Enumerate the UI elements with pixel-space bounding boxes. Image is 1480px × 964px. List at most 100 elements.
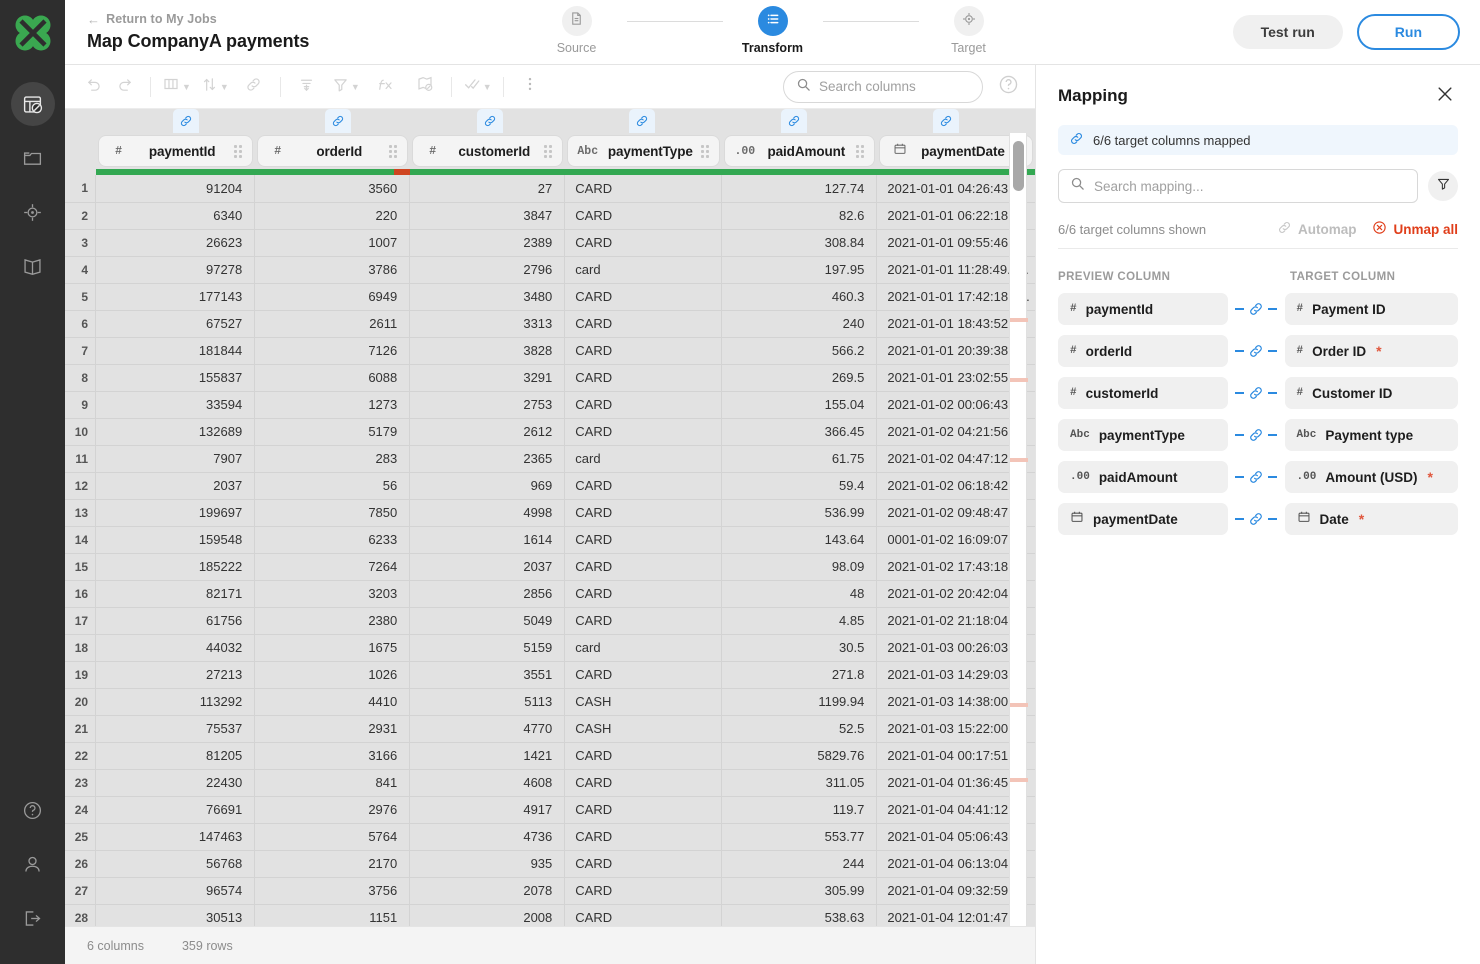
cell-orderId[interactable]: 3203 — [255, 580, 410, 607]
sidebar-item-account[interactable] — [11, 842, 55, 886]
cell-customerId[interactable]: 2753 — [410, 391, 565, 418]
cell-paidAmount[interactable]: 271.8 — [722, 661, 877, 688]
cell-customerId[interactable]: 5159 — [410, 634, 565, 661]
column-drag-handle[interactable] — [701, 145, 711, 157]
cell-paymentType[interactable]: CARD — [565, 823, 722, 850]
cell-orderId[interactable]: 1151 — [255, 904, 410, 926]
cell-customerId[interactable]: 3480 — [410, 283, 565, 310]
cell-customerId[interactable]: 3291 — [410, 364, 565, 391]
cell-paymentId[interactable]: 26623 — [96, 229, 255, 256]
column-link-tab-paymentDate[interactable] — [933, 109, 959, 133]
preview-chip-orderId[interactable]: #orderId — [1058, 335, 1228, 367]
cell-orderId[interactable]: 5764 — [255, 823, 410, 850]
table-row[interactable]: 228120531661421CARD5829.762021-01-04 00:… — [65, 742, 1035, 769]
cell-paymentType[interactable]: CARD — [565, 202, 722, 229]
table-row[interactable]: 2514746357644736CARD553.772021-01-04 05:… — [65, 823, 1035, 850]
cell-orderId[interactable]: 2170 — [255, 850, 410, 877]
cell-paymentType[interactable]: CARD — [565, 769, 722, 796]
cell-orderId[interactable]: 3166 — [255, 742, 410, 769]
preview-chip-customerId[interactable]: #customerId — [1058, 377, 1228, 409]
column-drag-handle[interactable] — [389, 145, 399, 157]
cell-orderId[interactable]: 3560 — [255, 175, 410, 202]
cell-paymentId[interactable]: 185222 — [96, 553, 255, 580]
cell-paidAmount[interactable]: 553.77 — [722, 823, 877, 850]
table-row[interactable]: 1013268951792612CARD366.452021-01-02 04:… — [65, 418, 1035, 445]
columns-menu-button[interactable]: ▼ — [162, 72, 191, 102]
mapping-link-connector[interactable] — [1228, 343, 1285, 359]
cell-paidAmount[interactable]: 61.75 — [722, 445, 877, 472]
table-row[interactable]: 217553729314770CASH52.52021-01-03 15:22:… — [65, 715, 1035, 742]
link-columns-button[interactable] — [239, 72, 269, 102]
table-row[interactable]: 247669129764917CARD119.72021-01-04 04:41… — [65, 796, 1035, 823]
cell-paymentId[interactable]: 132689 — [96, 418, 255, 445]
column-link-tab-orderId[interactable] — [325, 109, 351, 133]
cell-customerId[interactable]: 4770 — [410, 715, 565, 742]
preview-chip-paymentType[interactable]: AbcpaymentType — [1058, 419, 1228, 451]
cell-paymentType[interactable]: CARD — [565, 472, 722, 499]
cell-orderId[interactable]: 2976 — [255, 796, 410, 823]
cell-paymentId[interactable]: 199697 — [96, 499, 255, 526]
cell-paymentType[interactable]: card — [565, 445, 722, 472]
cell-paymentId[interactable]: 91204 — [96, 175, 255, 202]
cell-paidAmount[interactable]: 48 — [722, 580, 877, 607]
cell-orderId[interactable]: 1007 — [255, 229, 410, 256]
step-transform[interactable]: Transform — [723, 2, 823, 55]
cell-orderId[interactable]: 7850 — [255, 499, 410, 526]
cell-customerId[interactable]: 2037 — [410, 553, 565, 580]
target-chip-orderid[interactable]: #Order ID* — [1285, 335, 1459, 367]
cell-paymentId[interactable]: 33594 — [96, 391, 255, 418]
cell-paymentType[interactable]: CARD — [565, 796, 722, 823]
table-row[interactable]: 279657437562078CARD305.992021-01-04 09:3… — [65, 877, 1035, 904]
cell-paidAmount[interactable]: 98.09 — [722, 553, 877, 580]
cell-paidAmount[interactable]: 244 — [722, 850, 877, 877]
step-source[interactable]: Source — [527, 2, 627, 55]
column-link-tab-paymentType[interactable] — [629, 109, 655, 133]
table-row[interactable]: 32662310072389CARD308.842021-01-01 09:55… — [65, 229, 1035, 256]
search-columns-input[interactable] — [819, 79, 970, 94]
run-button[interactable]: Run — [1357, 14, 1460, 50]
cell-paymentId[interactable]: 76691 — [96, 796, 255, 823]
cell-paymentType[interactable]: CARD — [565, 553, 722, 580]
sidebar-item-help[interactable] — [11, 788, 55, 832]
mapping-link-connector[interactable] — [1228, 427, 1285, 443]
cell-customerId[interactable]: 2856 — [410, 580, 565, 607]
mapping-link-connector[interactable] — [1228, 469, 1285, 485]
cell-paymentId[interactable]: 75537 — [96, 715, 255, 742]
column-header-customerId[interactable]: #customerId — [410, 133, 565, 169]
cell-customerId[interactable]: 1421 — [410, 742, 565, 769]
column-link-tab-paymentId[interactable] — [173, 109, 199, 133]
cell-paymentId[interactable]: 67527 — [96, 310, 255, 337]
table-row[interactable]: 1415954862331614CARD143.640001-01-02 16:… — [65, 526, 1035, 553]
cell-paymentType[interactable]: CARD — [565, 337, 722, 364]
cell-paymentId[interactable]: 147463 — [96, 823, 255, 850]
cell-customerId[interactable]: 3551 — [410, 661, 565, 688]
cell-orderId[interactable]: 6949 — [255, 283, 410, 310]
cell-paymentId[interactable]: 97278 — [96, 256, 255, 283]
cell-orderId[interactable]: 7264 — [255, 553, 410, 580]
table-row[interactable]: 1518522272642037CARD98.092021-01-02 17:4… — [65, 553, 1035, 580]
target-chip-amountusd[interactable]: .00Amount (USD)* — [1285, 461, 1459, 493]
cell-paymentId[interactable]: 177143 — [96, 283, 255, 310]
cell-customerId[interactable]: 4608 — [410, 769, 565, 796]
table-row[interactable]: 263402203847CARD82.62021-01-01 06:22:18.… — [65, 202, 1035, 229]
column-header-paymentId[interactable]: #paymentId — [96, 133, 255, 169]
cell-paidAmount[interactable]: 240 — [722, 310, 877, 337]
column-drag-handle[interactable] — [544, 145, 554, 157]
table-row[interactable]: 26567682170935CARD2442021-01-04 06:13:04… — [65, 850, 1035, 877]
sidebar-item-targets[interactable] — [11, 190, 55, 234]
test-run-button[interactable]: Test run — [1233, 15, 1343, 49]
cell-orderId[interactable]: 3786 — [255, 256, 410, 283]
mapping-link-connector[interactable] — [1228, 385, 1285, 401]
cell-paymentType[interactable]: CARD — [565, 904, 722, 926]
cell-paymentId[interactable]: 2037 — [96, 472, 255, 499]
cell-customerId[interactable]: 2365 — [410, 445, 565, 472]
cell-customerId[interactable]: 27 — [410, 175, 565, 202]
preview-chip-paymentId[interactable]: #paymentId — [1058, 293, 1228, 325]
automap-button[interactable]: Automap — [1277, 220, 1357, 238]
column-drag-handle[interactable] — [856, 145, 866, 157]
unmap-all-button[interactable]: Unmap all — [1372, 220, 1458, 238]
sidebar-item-logout[interactable] — [11, 896, 55, 940]
cell-paymentType[interactable]: CARD — [565, 499, 722, 526]
filter-menu-button[interactable]: ▼ — [332, 72, 360, 102]
cell-customerId[interactable]: 1614 — [410, 526, 565, 553]
